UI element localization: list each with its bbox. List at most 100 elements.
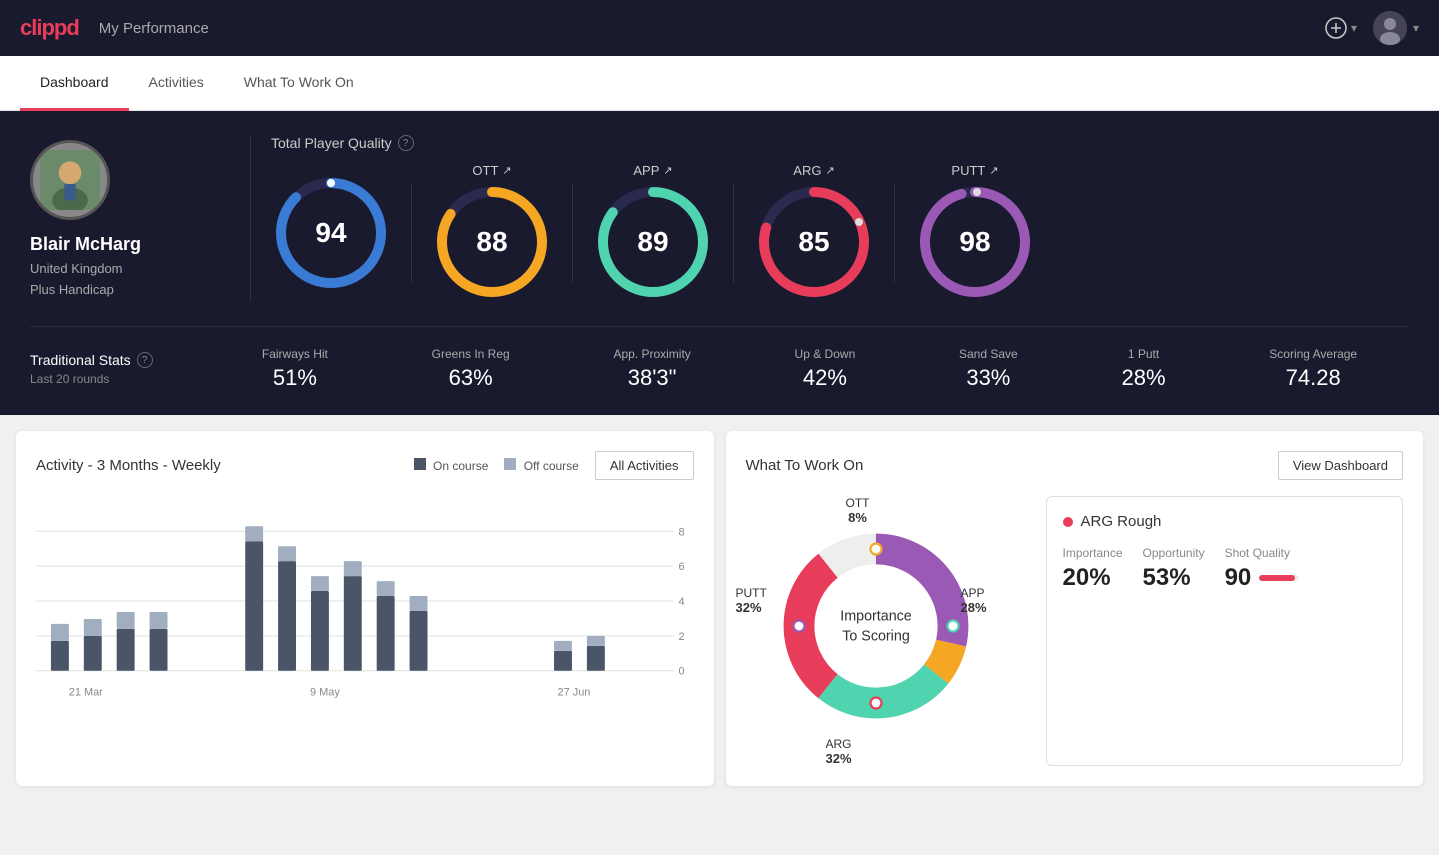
header-left: clippd My Performance — [20, 15, 209, 41]
arg-circle: 85 — [754, 182, 874, 302]
app-arrow-icon: ↗ — [663, 164, 672, 177]
player-name: Blair McHarg — [30, 234, 141, 255]
ott-arrow-icon: ↗ — [502, 164, 511, 177]
main-score: 94 — [315, 217, 346, 249]
detail-card-title: ARG Rough — [1063, 513, 1387, 530]
player-top: Blair McHarg United Kingdom Plus Handica… — [30, 135, 1409, 302]
quality-title: Total Player Quality — [271, 135, 392, 151]
gauge-divider-4 — [894, 183, 895, 283]
player-country: United Kingdom — [30, 261, 123, 276]
view-dashboard-button[interactable]: View Dashboard — [1278, 451, 1403, 480]
svg-text:27 Jun: 27 Jun — [558, 687, 591, 699]
player-section: Blair McHarg United Kingdom Plus Handica… — [0, 111, 1439, 415]
stat-proximity: App. Proximity 38'3" — [613, 347, 690, 391]
app-circle: 89 — [593, 182, 713, 302]
gauges-row: 94 OTT ↗ 88 — [271, 163, 1409, 302]
app-label-pct: 28% — [961, 600, 987, 615]
work-title: What To Work On — [746, 457, 864, 474]
work-header: What To Work On View Dashboard — [746, 451, 1404, 480]
shot-quality-bar-fill — [1259, 575, 1295, 581]
putt-label-pct: 32% — [736, 600, 767, 615]
arg-donut-label: ARG 32% — [826, 737, 852, 766]
svg-text:6: 6 — [679, 561, 685, 573]
putt-arrow-icon: ↗ — [989, 164, 998, 177]
on-course-dot — [414, 458, 426, 470]
detail-opportunity: Opportunity 53% — [1143, 546, 1205, 592]
stat-updown: Up & Down 42% — [795, 347, 856, 391]
activity-chart-svg: 0 2 4 6 8 — [36, 496, 694, 716]
ott-donut-label: OTT 8% — [846, 496, 870, 525]
ott-circle: 88 — [432, 182, 552, 302]
shot-quality-bar — [1259, 575, 1299, 581]
svg-text:Importance: Importance — [840, 609, 912, 625]
avatar — [30, 140, 110, 220]
add-chevron-icon: ▾ — [1351, 21, 1357, 35]
ott-label-text: OTT — [846, 496, 870, 510]
svg-text:2: 2 — [679, 631, 685, 643]
putt-title: PUTT ↗ — [951, 163, 998, 178]
svg-text:8: 8 — [679, 526, 685, 538]
ott-label-pct: 8% — [846, 510, 870, 525]
svg-text:4: 4 — [679, 596, 685, 608]
svg-text:21 Mar: 21 Mar — [69, 687, 103, 699]
gauge-arg: ARG ↗ 85 — [754, 163, 874, 302]
tab-dashboard[interactable]: Dashboard — [20, 56, 129, 111]
work-detail-card: ARG Rough Importance 20% Opportunity 53%… — [1046, 496, 1404, 766]
app-label-text: APP — [961, 586, 987, 600]
trad-help-icon[interactable]: ? — [137, 352, 153, 368]
activity-legend: On course Off course — [414, 458, 579, 473]
logo: clippd — [20, 15, 79, 41]
header: clippd My Performance ▾ ▾ — [0, 0, 1439, 56]
all-activities-button[interactable]: All Activities — [595, 451, 694, 480]
work-content: Importance To Scoring OTT 8% APP 28% — [746, 496, 1404, 766]
gauge-divider — [411, 183, 412, 283]
add-button[interactable]: ▾ — [1325, 17, 1357, 39]
off-course-dot — [504, 458, 516, 470]
ott-score: 88 — [476, 226, 507, 258]
trad-stats-items: Fairways Hit 51% Greens In Reg 63% App. … — [210, 347, 1409, 391]
gauge-divider-3 — [733, 183, 734, 283]
on-course-legend: On course — [414, 458, 489, 473]
app-title: APP ↗ — [633, 163, 672, 178]
trad-stats-title: Traditional Stats ? — [30, 352, 210, 368]
putt-score: 98 — [959, 226, 990, 258]
user-chevron-icon: ▾ — [1413, 21, 1419, 35]
off-course-legend: Off course — [504, 458, 578, 473]
gauge-divider-2 — [572, 183, 573, 283]
user-menu[interactable]: ▾ — [1373, 11, 1419, 45]
stat-1putt: 1 Putt 28% — [1121, 347, 1165, 391]
trad-stats-label: Traditional Stats ? Last 20 rounds — [30, 352, 210, 386]
divider — [250, 135, 251, 302]
red-dot-icon — [1063, 517, 1073, 527]
header-right: ▾ ▾ — [1325, 11, 1419, 45]
stat-fairways: Fairways Hit 51% — [262, 347, 328, 391]
activity-panel: Activity - 3 Months - Weekly On course O… — [16, 431, 714, 786]
detail-importance: Importance 20% — [1063, 546, 1123, 592]
bottom-panels: Activity - 3 Months - Weekly On course O… — [0, 415, 1439, 802]
trad-stats-row: Traditional Stats ? Last 20 rounds Fairw… — [30, 326, 1409, 391]
app-donut-label: APP 28% — [961, 586, 987, 615]
stat-greens: Greens In Reg 63% — [432, 347, 510, 391]
quality-help-icon[interactable]: ? — [398, 135, 414, 151]
stat-sandsave: Sand Save 33% — [959, 347, 1018, 391]
logo-text: clippd — [20, 15, 79, 41]
gauge-app: APP ↗ 89 — [593, 163, 713, 302]
quality-section: Total Player Quality ? 94 — [271, 135, 1409, 302]
svg-text:9 May: 9 May — [310, 687, 340, 699]
putt-label-text: PUTT — [736, 586, 767, 600]
arg-label-pct: 32% — [826, 751, 852, 766]
player-info: Blair McHarg United Kingdom Plus Handica… — [30, 140, 230, 297]
tab-activities[interactable]: Activities — [129, 56, 224, 111]
activity-controls: On course Off course All Activities — [414, 451, 694, 480]
putt-donut-label: PUTT 32% — [736, 586, 767, 615]
main-gauge: 94 — [271, 173, 391, 293]
trad-stats-subtitle: Last 20 rounds — [30, 372, 210, 386]
activity-header: Activity - 3 Months - Weekly On course O… — [36, 451, 694, 480]
gauge-putt: PUTT ↗ 98 — [915, 163, 1035, 302]
tab-what-to-work-on[interactable]: What To Work On — [224, 56, 374, 111]
ott-title: OTT ↗ — [472, 163, 511, 178]
gauge-ott: OTT ↗ 88 — [432, 163, 552, 302]
arg-title: ARG ↗ — [793, 163, 834, 178]
svg-text:To Scoring: To Scoring — [842, 628, 910, 644]
work-on-panel: What To Work On View Dashboard — [726, 431, 1424, 786]
